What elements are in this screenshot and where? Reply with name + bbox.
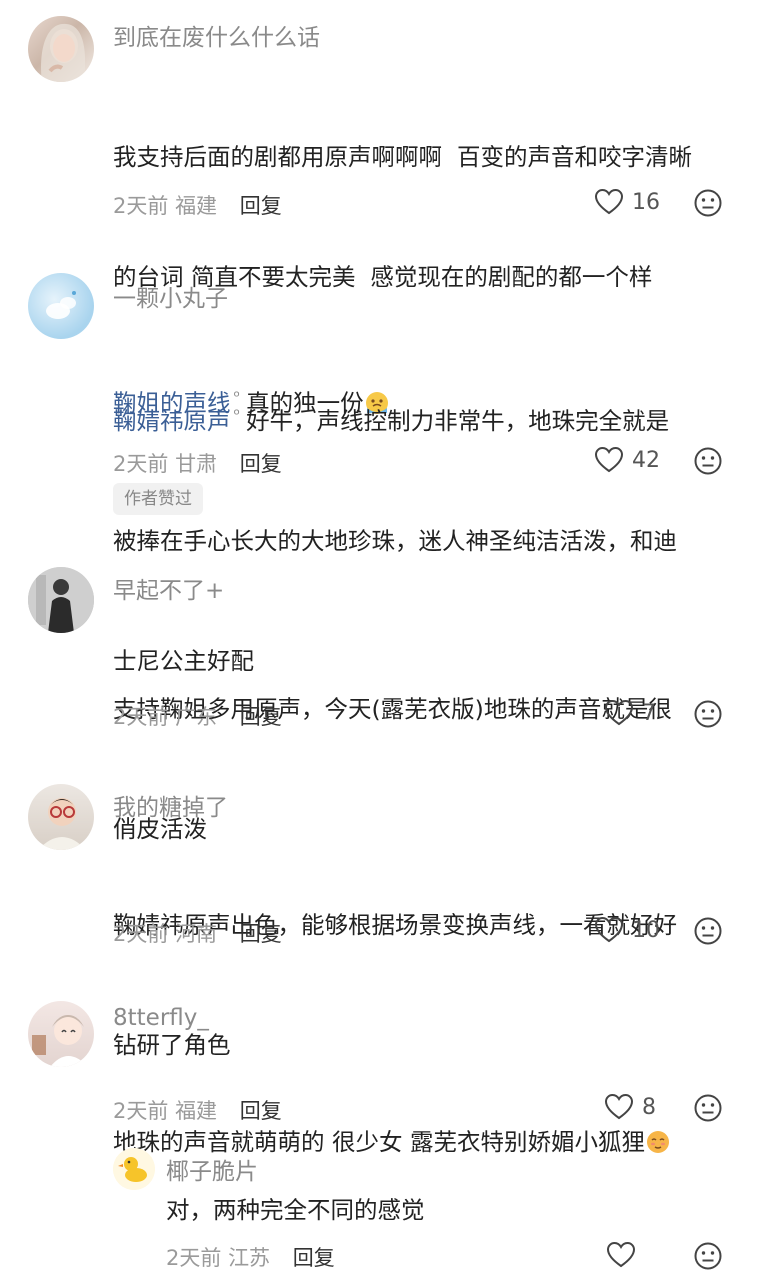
comment-text-line: 鞠婧祎原声 ᵒ 好牛，声线控制力非常牛，地珠完全就是 (113, 395, 738, 441)
like-count: 16 (632, 189, 660, 215)
reply-button[interactable]: 回复 (240, 922, 282, 946)
author-liked-badge: 作者赞过 (113, 483, 203, 515)
avatar[interactable] (28, 16, 94, 82)
heart-outline-icon (594, 916, 624, 943)
comment-text-line: 我支持后面的剧都用原声啊啊啊 百变的声音和咬字清晰 (113, 143, 692, 171)
comment-meta: 2天前 广东 回复 (113, 701, 282, 731)
username[interactable]: 我的糖掉了 (113, 788, 228, 822)
like-button[interactable]: 7 (604, 699, 656, 727)
location: 福建 (175, 194, 218, 218)
heart-outline-icon (604, 1093, 634, 1120)
timestamp: 2天前 (113, 922, 169, 946)
timestamp: 2天前 (113, 452, 169, 476)
comment-meta: 2天前 福建 回复 (113, 190, 282, 220)
username[interactable]: 8tterfly_ (113, 1005, 209, 1031)
smug-emoji-icon (645, 1127, 671, 1153)
like-button[interactable] (606, 1241, 636, 1269)
meh-face-icon[interactable] (693, 916, 723, 946)
location: 甘肃 (175, 452, 218, 476)
comment-text-line: 被捧在手心长大的大地珍珠，迷人神圣纯洁活泼，和迪 (113, 526, 677, 555)
search-mark-icon: ᵒ (233, 405, 241, 424)
comment-meta: 2天前 甘肃 回复 (113, 448, 282, 478)
timestamp: 2天前 (113, 1099, 169, 1123)
avatar[interactable] (28, 1001, 94, 1067)
timestamp: 2天前 (113, 705, 169, 729)
location: 广东 (175, 705, 218, 729)
reply-button[interactable]: 回复 (240, 452, 282, 476)
duck-icon (113, 1148, 155, 1190)
like-count: 10 (632, 917, 660, 943)
like-count: 42 (632, 447, 660, 473)
username[interactable]: 椰子脆片 (166, 1152, 258, 1186)
username[interactable]: 一颗小丸子 (113, 279, 228, 313)
like-count: 8 (642, 1094, 656, 1120)
comment-meta: 2天前 江苏 回复 (166, 1242, 335, 1272)
heart-outline-icon (604, 699, 634, 726)
location: 福建 (175, 1099, 218, 1123)
heart-outline-icon (606, 1241, 636, 1268)
reply-button[interactable]: 回复 (240, 1099, 282, 1123)
username[interactable]: 到底在废什么什么话 (113, 18, 320, 52)
like-button[interactable]: 8 (604, 1093, 656, 1121)
avatar[interactable] (113, 1148, 155, 1190)
avatar[interactable] (28, 273, 94, 339)
username[interactable]: 早起不了+ (113, 571, 224, 605)
mention-link[interactable]: 鞠婧祎原声 (113, 407, 231, 435)
avatar[interactable] (28, 784, 94, 850)
like-button[interactable]: 10 (594, 916, 660, 944)
location: 河南 (175, 922, 218, 946)
timestamp: 2天前 (113, 194, 169, 218)
avatar[interactable] (28, 567, 94, 633)
meh-face-icon[interactable] (693, 446, 723, 476)
reply-button[interactable]: 回复 (240, 705, 282, 729)
meh-face-icon[interactable] (693, 188, 723, 218)
heart-outline-icon (594, 446, 624, 473)
location: 江苏 (228, 1246, 271, 1270)
heart-outline-icon (594, 188, 624, 215)
comment-text-tail: 好牛，声线控制力非常牛，地珠完全就是 (246, 406, 670, 435)
reply-button[interactable]: 回复 (293, 1246, 335, 1270)
meh-face-icon[interactable] (693, 699, 723, 729)
reply-button[interactable]: 回复 (240, 194, 282, 218)
like-count: 7 (642, 700, 656, 726)
meh-face-icon[interactable] (693, 1093, 723, 1123)
meh-face-icon[interactable] (693, 1241, 723, 1271)
like-button[interactable]: 42 (594, 446, 660, 474)
comment-meta: 2天前 河南 回复 (113, 918, 282, 948)
comment-meta: 2天前 福建 回复 (113, 1095, 282, 1125)
like-button[interactable]: 16 (594, 188, 660, 216)
reply-text: 对，两种完全不同的感觉 (166, 1196, 425, 1224)
timestamp: 2天前 (166, 1246, 222, 1270)
